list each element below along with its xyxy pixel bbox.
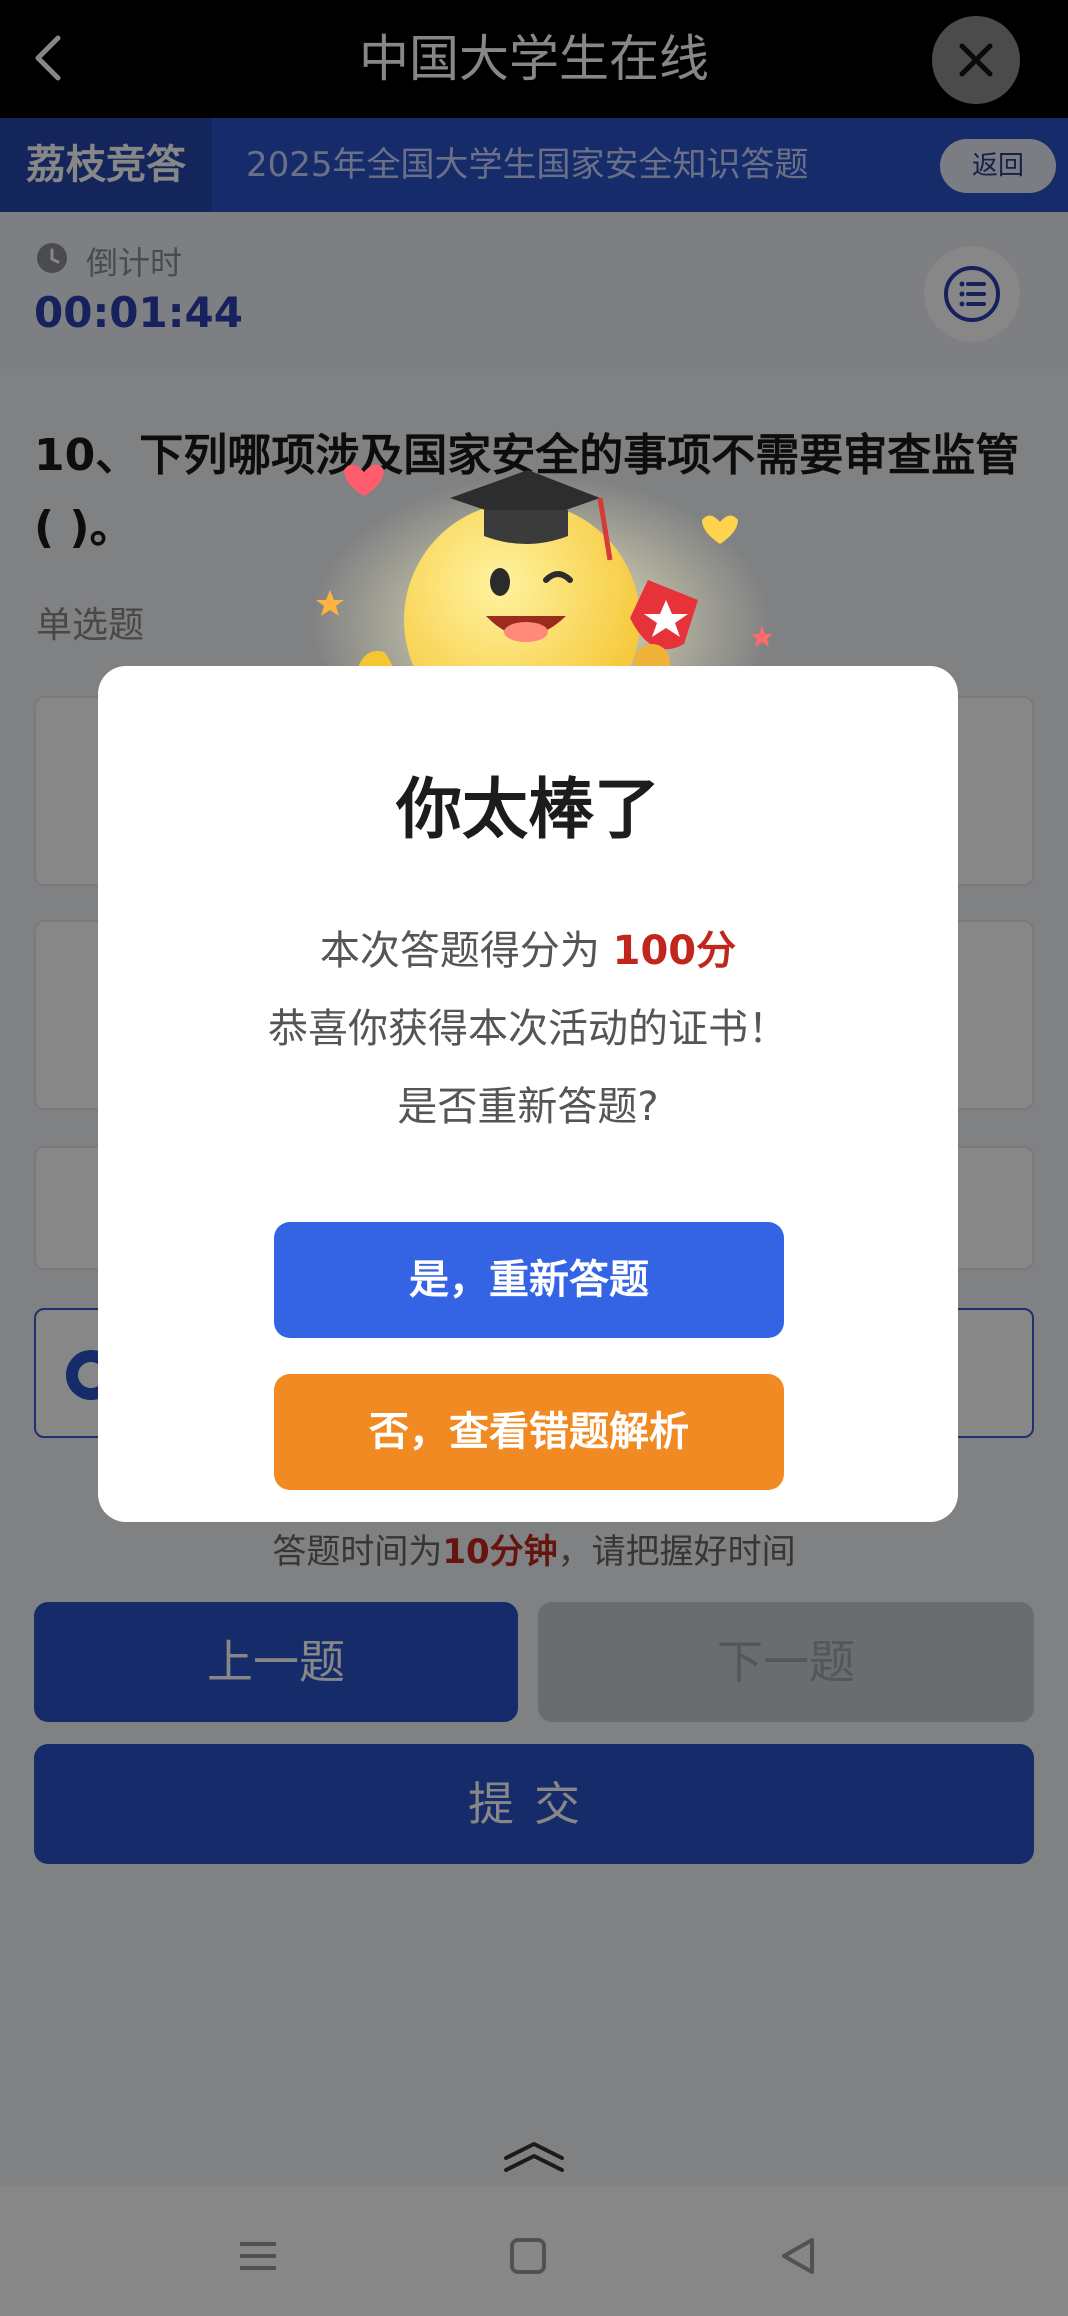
score-line: 本次答题得分为 100分 xyxy=(98,918,958,976)
dialog-title: 你太棒了 xyxy=(396,771,660,848)
certificate-message: 恭喜你获得本次活动的证书！ xyxy=(268,1006,788,1052)
view-mistakes-button[interactable]: 否，查看错题解析 xyxy=(274,1374,784,1490)
retry-quiz-button[interactable]: 是，重新答题 xyxy=(274,1222,784,1338)
result-dialog: 你太棒了 本次答题得分为 100分 恭喜你获得本次活动的证书！ 是否重新答题? … xyxy=(98,666,958,1522)
score-value: 100分 xyxy=(612,928,737,974)
retry-question: 是否重新答题? xyxy=(397,1084,659,1130)
score-prefix: 本次答题得分为 xyxy=(319,928,613,974)
